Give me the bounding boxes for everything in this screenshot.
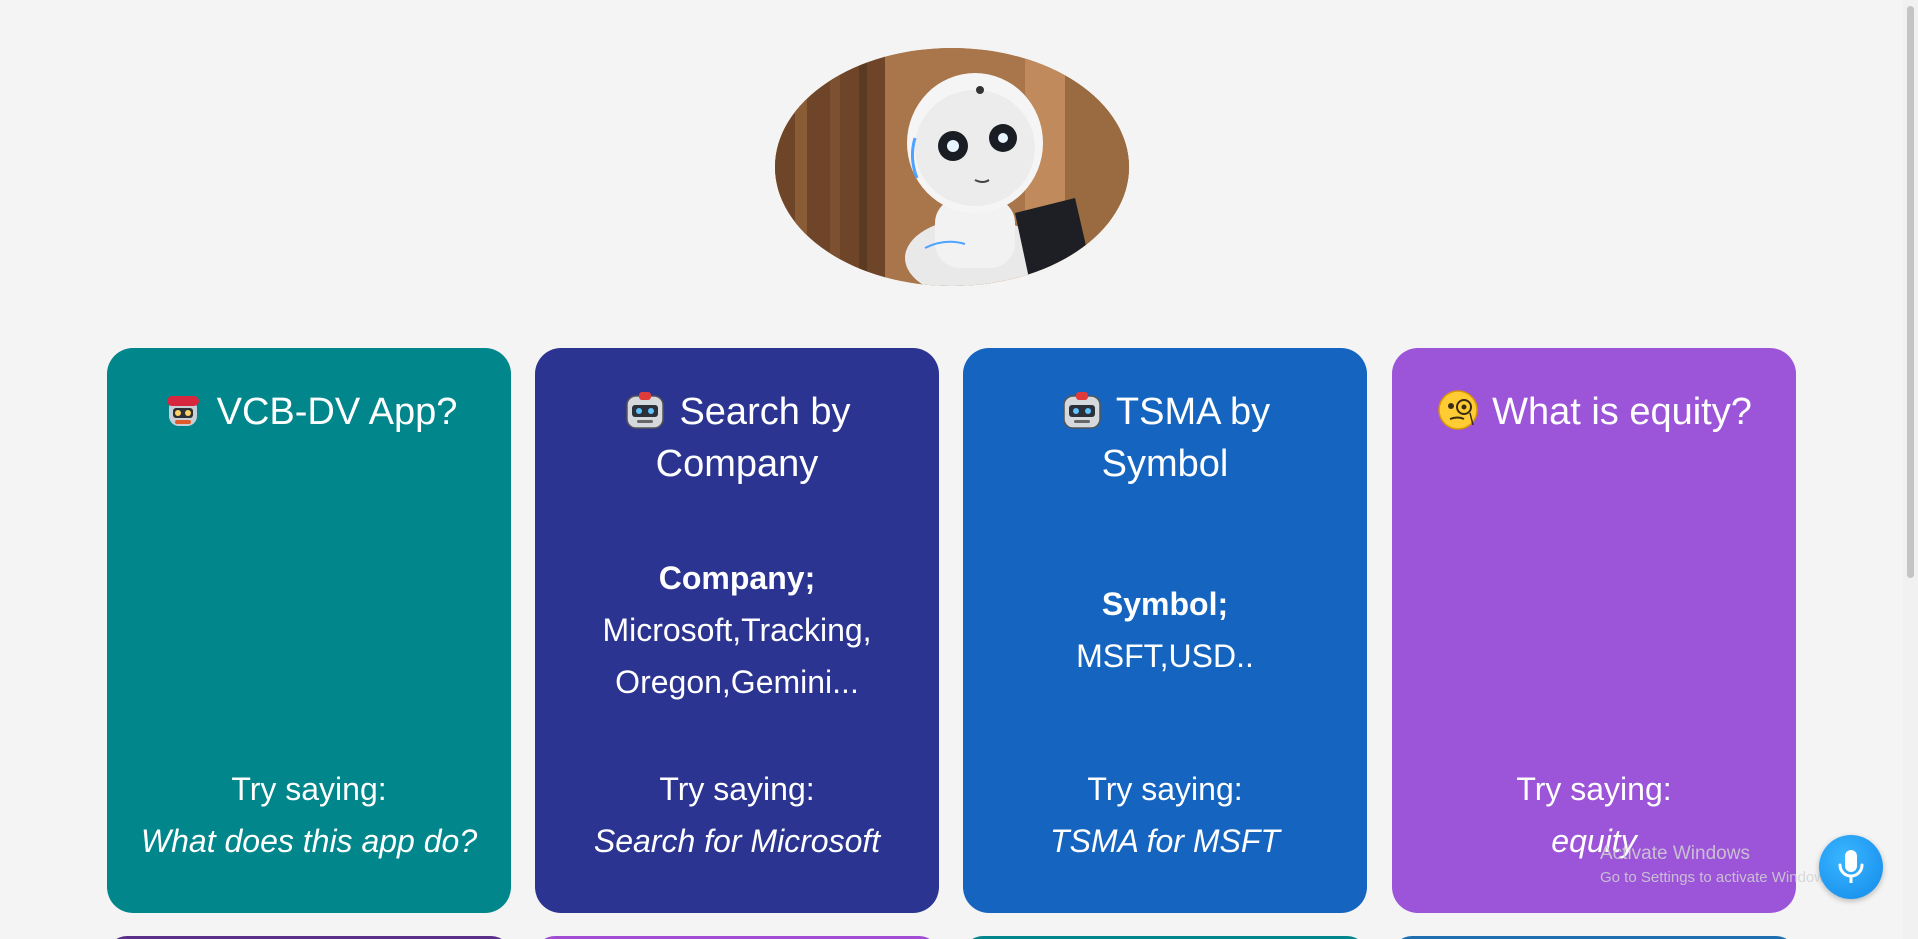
- card-vcb-dv-app[interactable]: VCB-DV App? Try saying: What does this a…: [107, 348, 511, 913]
- try-saying-example: What does this app do?: [140, 823, 478, 859]
- try-saying-label: Try saying:: [231, 771, 387, 807]
- detail-text: MSFT,USD..: [1076, 638, 1254, 674]
- try-saying-example: Search for Microsoft: [593, 823, 881, 859]
- card-tsma-by-symbol[interactable]: TSMA by Symbol Symbol; MSFT,USD.. Try sa…: [963, 348, 1367, 913]
- watermark-line-2: Go to Settings to activate Windows.: [1600, 869, 1837, 886]
- microphone-button[interactable]: [1819, 835, 1883, 899]
- card-title: TSMA by Symbol: [993, 386, 1337, 490]
- try-saying-example: TSMA for MSFT: [1050, 823, 1280, 859]
- card-try-saying: Try saying: Search for Microsoft: [555, 763, 919, 867]
- card-search-by-company[interactable]: Search by Company Company; Microsoft,Tra…: [535, 348, 939, 913]
- microphone-icon: [1838, 850, 1864, 883]
- face-with-monocle-icon: [1436, 388, 1480, 432]
- page: VCB-DV App? Try saying: What does this a…: [0, 0, 1918, 939]
- activate-windows-watermark: Activate Windows Go to Settings to activ…: [1600, 843, 1837, 886]
- watermark-line-1: Activate Windows: [1600, 843, 1750, 864]
- robot-with-headband-icon: [161, 388, 205, 432]
- card-detail: Company; Microsoft,Tracking, Oregon,Gemi…: [555, 552, 919, 708]
- detail-text: Microsoft,Tracking, Oregon,Gemini...: [602, 612, 872, 700]
- robot-illustration: [775, 48, 1129, 286]
- hero-robot-image: [775, 48, 1129, 286]
- card-try-saying: Try saying: What does this app do?: [127, 763, 491, 867]
- try-saying-label: Try saying:: [1516, 771, 1672, 807]
- card-try-saying: Try saying: TSMA for MSFT: [983, 763, 1347, 867]
- card-title: What is equity?: [1422, 386, 1766, 438]
- robot-face-icon: [623, 388, 667, 432]
- card-title-text: VCB-DV App?: [216, 391, 458, 433]
- card-title: VCB-DV App?: [137, 386, 481, 438]
- detail-label: Symbol;: [1101, 586, 1229, 622]
- scrollbar-thumb[interactable]: [1907, 6, 1914, 578]
- detail-label: Company;: [658, 560, 816, 596]
- suggestion-cards: VCB-DV App? Try saying: What does this a…: [107, 348, 1797, 914]
- card-title-text: TSMA by Symbol: [1101, 391, 1271, 485]
- try-saying-label: Try saying:: [1087, 771, 1243, 807]
- robot-face-icon: [1060, 388, 1104, 432]
- card-title-text: What is equity?: [1492, 391, 1752, 433]
- card-what-is-equity[interactable]: What is equity? Try saying: equity: [1392, 348, 1796, 913]
- try-saying-label: Try saying:: [659, 771, 815, 807]
- card-detail: Symbol; MSFT,USD..: [983, 578, 1347, 682]
- card-title-text: Search by Company: [655, 391, 851, 485]
- card-title: Search by Company: [565, 386, 909, 490]
- vertical-scrollbar[interactable]: [1903, 0, 1918, 939]
